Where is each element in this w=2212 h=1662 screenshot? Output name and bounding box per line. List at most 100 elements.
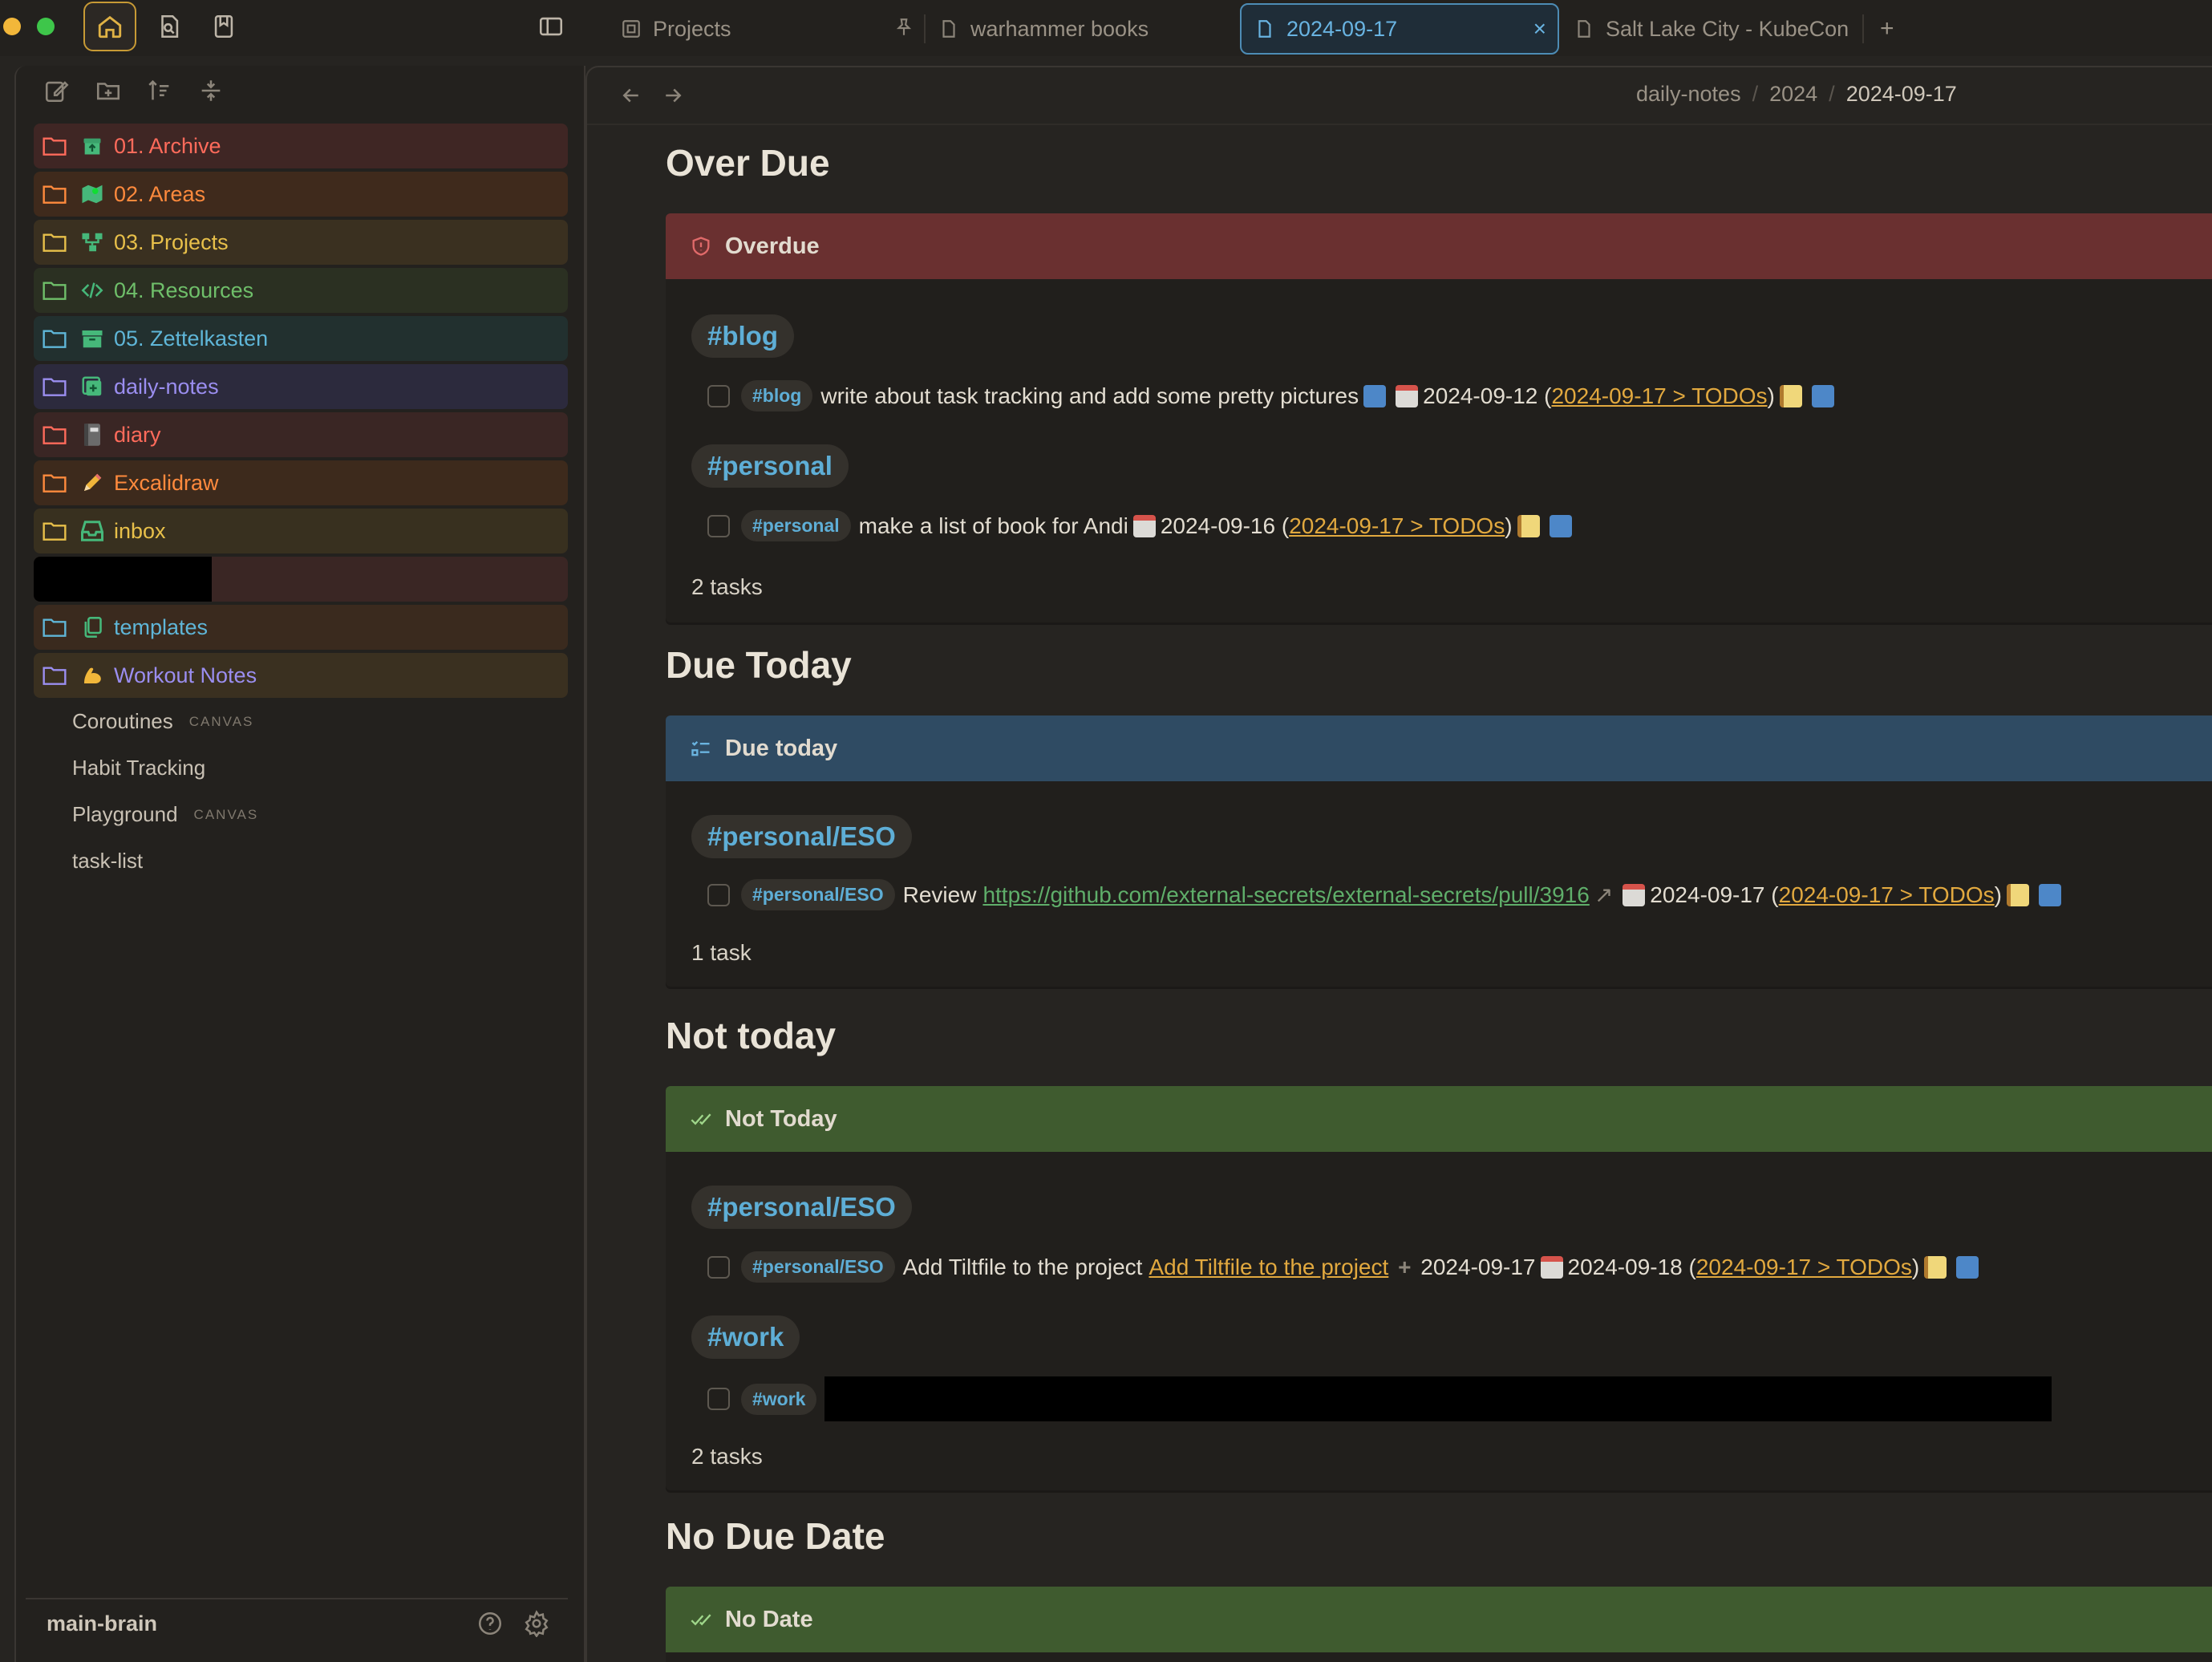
breadcrumb-folder[interactable]: daily-notes [1636, 82, 1741, 107]
folder-icon [43, 522, 67, 541]
task-item: #personal/ESO Add Tiltfile to the projec… [707, 1251, 1983, 1283]
edit-memo-icon[interactable] [1517, 514, 1540, 537]
tab-salt-lake-city-kubecon[interactable]: Salt Lake City - KubeCon [1574, 3, 1849, 55]
tab-label: Projects [653, 16, 731, 41]
tag-pill[interactable]: #personal/ESO [741, 1251, 895, 1283]
callout-header[interactable]: Due today [666, 715, 2212, 781]
task-checkbox[interactable] [707, 514, 730, 537]
file-type-tag: CANVAS [193, 806, 259, 822]
edit-memo-icon[interactable] [1924, 1255, 1947, 1279]
paren-close: ) [1911, 1254, 1920, 1279]
group-tag[interactable]: #blog [691, 314, 794, 358]
task-checkbox[interactable] [707, 384, 730, 407]
priority-up-icon [1363, 384, 1387, 407]
task-checkbox[interactable] [707, 883, 730, 906]
back-arrow-icon[interactable] [619, 83, 643, 107]
tab-warhammer-books[interactable]: warhammer books [938, 3, 1149, 55]
folder-diary[interactable]: diary [34, 412, 568, 457]
tab-divider [924, 14, 926, 43]
folder-daily-notes[interactable]: daily-notes [34, 364, 568, 409]
folder-projects[interactable]: 03. Projects [34, 220, 568, 265]
callout-header[interactable]: Not Today [666, 1086, 2212, 1152]
external-link[interactable]: https://github.com/external-secrets/exte… [982, 882, 1589, 908]
postpone-icon[interactable] [2038, 883, 2061, 906]
task-checkbox[interactable] [707, 1255, 730, 1279]
tag-pill[interactable]: #work [741, 1383, 817, 1415]
task-checkbox[interactable] [707, 1388, 730, 1410]
tab-2024-09-17[interactable]: 2024-09-17 × [1240, 3, 1559, 55]
window-minimize-button[interactable] [3, 18, 21, 35]
grid-icon [622, 20, 640, 38]
search-file-icon[interactable] [143, 0, 196, 53]
group-tag[interactable]: #personal/ESO [691, 815, 912, 858]
home-icon[interactable] [83, 2, 136, 51]
new-folder-icon[interactable] [95, 77, 122, 104]
edit-memo-icon[interactable] [2006, 883, 2029, 906]
editor-pane: daily-notes / 2024 / 2024-09-17 Over Due… [585, 66, 2212, 1662]
tag-pill[interactable]: #personal/ESO [741, 879, 895, 910]
created-plus-icon: + [1398, 1254, 1412, 1279]
note-link[interactable]: 2024-09-17 > TODOs [1289, 513, 1505, 539]
note-link[interactable]: 2024-09-17 > TODOs [1551, 383, 1767, 409]
group-tag[interactable]: #personal/ESO [691, 1186, 912, 1229]
tab-projects[interactable]: Projects [621, 3, 731, 55]
callout-overdue: Overdue #blog #blog write about task tra… [666, 213, 2212, 622]
bookmark-icon[interactable] [197, 0, 250, 53]
settings-gear-icon[interactable] [523, 1610, 550, 1637]
folder-templates[interactable]: templates [34, 605, 568, 650]
folder-icon [43, 330, 67, 348]
tab-bar: Projects warhammer books 2024-09-17 × Sa… [587, 0, 2212, 56]
folder-label: 03. Projects [114, 229, 229, 254]
note-link[interactable]: Add Tiltfile to the project [1149, 1255, 1388, 1280]
folder-icon [43, 185, 67, 204]
edit-memo-icon[interactable] [1779, 384, 1802, 407]
breadcrumb-year[interactable]: 2024 [1769, 82, 1817, 107]
window-maximize-button[interactable] [37, 18, 55, 35]
folder-icon [43, 618, 67, 637]
folder-inbox[interactable]: inbox [34, 509, 568, 553]
folder-redacted[interactable] [34, 557, 568, 602]
file-type-tag: CANVAS [188, 713, 254, 729]
folder-zettelkasten[interactable]: 05. Zettelkasten [34, 316, 568, 361]
help-icon[interactable] [476, 1610, 504, 1637]
file-label: task-list [72, 849, 144, 873]
folder-excalidraw[interactable]: Excalidraw [34, 460, 568, 505]
postpone-icon[interactable] [1549, 514, 1572, 537]
tag-pill[interactable]: #blog [741, 380, 813, 411]
sort-icon[interactable] [146, 77, 173, 104]
folder-workout-notes[interactable]: Workout Notes [34, 653, 568, 698]
close-tab-icon[interactable]: × [1533, 16, 1546, 42]
folder-resources[interactable]: 04. Resources [34, 268, 568, 313]
pin-icon[interactable] [893, 16, 914, 39]
file-icon [942, 20, 955, 38]
note-link[interactable]: 2024-09-17 > TODOs [1779, 882, 1995, 908]
due-date: 2024-09-17 ( [1650, 882, 1779, 907]
postpone-icon[interactable] [1956, 1255, 1979, 1279]
folder-areas[interactable]: 02. Areas [34, 172, 568, 217]
forward-arrow-icon[interactable] [661, 83, 685, 107]
callout-no-date: No Date [666, 1587, 2212, 1662]
file-playground[interactable]: Playground CANVAS [72, 802, 258, 827]
sidebar-toggle-icon[interactable] [525, 0, 577, 53]
note-link[interactable]: 2024-09-17 > TODOs [1696, 1255, 1912, 1280]
file-coroutines[interactable]: Coroutines CANVAS [72, 709, 253, 734]
folder-label: 01. Archive [114, 133, 221, 158]
vault-switcher[interactable]: main-brain [26, 1598, 568, 1648]
group-tag[interactable]: #work [691, 1315, 800, 1359]
file-habit-tracking[interactable]: Habit Tracking [72, 756, 205, 780]
file-task-list[interactable]: task-list [72, 849, 143, 874]
new-tab-button[interactable]: + [1880, 3, 1894, 55]
section-heading-due-today: Due Today [666, 644, 852, 686]
explorer-toolbar [43, 77, 225, 104]
folder-archive[interactable]: 01. Archive [34, 124, 568, 168]
new-note-icon[interactable] [43, 77, 71, 104]
shield-alert-icon [692, 237, 710, 256]
redacted-block [824, 1376, 2052, 1421]
postpone-icon[interactable] [1811, 384, 1834, 407]
task-count: 2 tasks [691, 1444, 763, 1469]
group-tag[interactable]: #personal [691, 444, 849, 488]
callout-header[interactable]: No Date [666, 1587, 2212, 1652]
collapse-all-icon[interactable] [197, 77, 225, 104]
tag-pill[interactable]: #personal [741, 510, 851, 541]
callout-header[interactable]: Overdue [666, 213, 2212, 279]
